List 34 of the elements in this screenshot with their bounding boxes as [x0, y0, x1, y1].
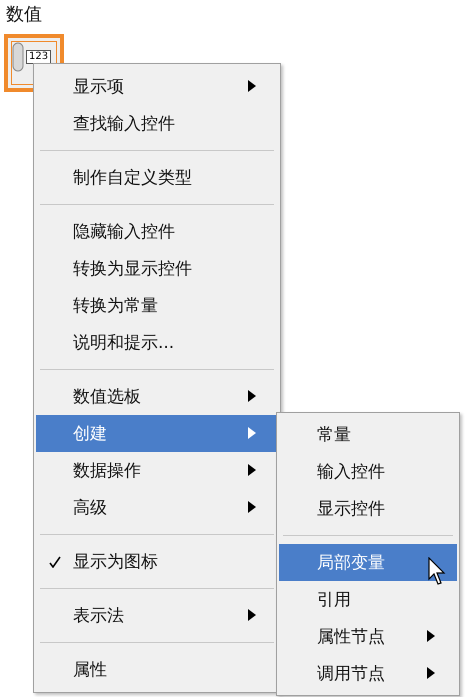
menu-item[interactable]: 说明和提示... [36, 324, 278, 361]
knob-icon [12, 42, 24, 72]
submenu-arrow-icon [248, 501, 256, 513]
menu-item[interactable]: 数值选板 [36, 378, 278, 415]
submenu-arrow-icon [248, 609, 256, 621]
submenu-arrow-icon [248, 390, 256, 402]
submenu-arrow-icon [248, 464, 256, 476]
check-icon [49, 556, 61, 568]
digit-display: 123 [26, 50, 52, 64]
menu-item[interactable]: 局部变量 [279, 544, 457, 581]
submenu-arrow-icon [248, 80, 256, 92]
menu-item[interactable]: 转换为显示控件 [36, 250, 278, 287]
menu-item[interactable]: 常量 [279, 416, 457, 453]
menu-item[interactable]: 转换为常量 [36, 287, 278, 324]
menu-item[interactable]: 显示控件 [279, 490, 457, 527]
mouse-pointer-icon [428, 557, 446, 585]
menu-item[interactable]: 调用节点 [279, 655, 457, 692]
menu-item[interactable]: 引用 [279, 581, 457, 618]
menu-item[interactable]: 创建 [36, 415, 278, 452]
menu-item[interactable]: 高级 [36, 489, 278, 526]
submenu-arrow-icon [427, 630, 435, 642]
menu-item[interactable]: 隐藏输入控件 [36, 213, 278, 250]
menu-item[interactable]: 输入控件 [279, 453, 457, 490]
menu-item[interactable]: 显示项 [36, 68, 278, 105]
submenu-arrow-icon [248, 427, 256, 439]
submenu-arrow-icon [427, 667, 435, 679]
menu-item[interactable]: 制作自定义类型 [36, 159, 278, 196]
control-label: 数值 [6, 3, 42, 26]
menu-item[interactable]: 属性节点 [279, 618, 457, 655]
menu-item[interactable]: 显示为图标 [36, 543, 278, 580]
menu-item[interactable]: 查找输入控件 [36, 105, 278, 142]
menu-item[interactable]: 属性 [36, 651, 278, 688]
menu-item[interactable]: 表示法 [36, 597, 278, 634]
menu-item[interactable]: 数据操作 [36, 452, 278, 489]
